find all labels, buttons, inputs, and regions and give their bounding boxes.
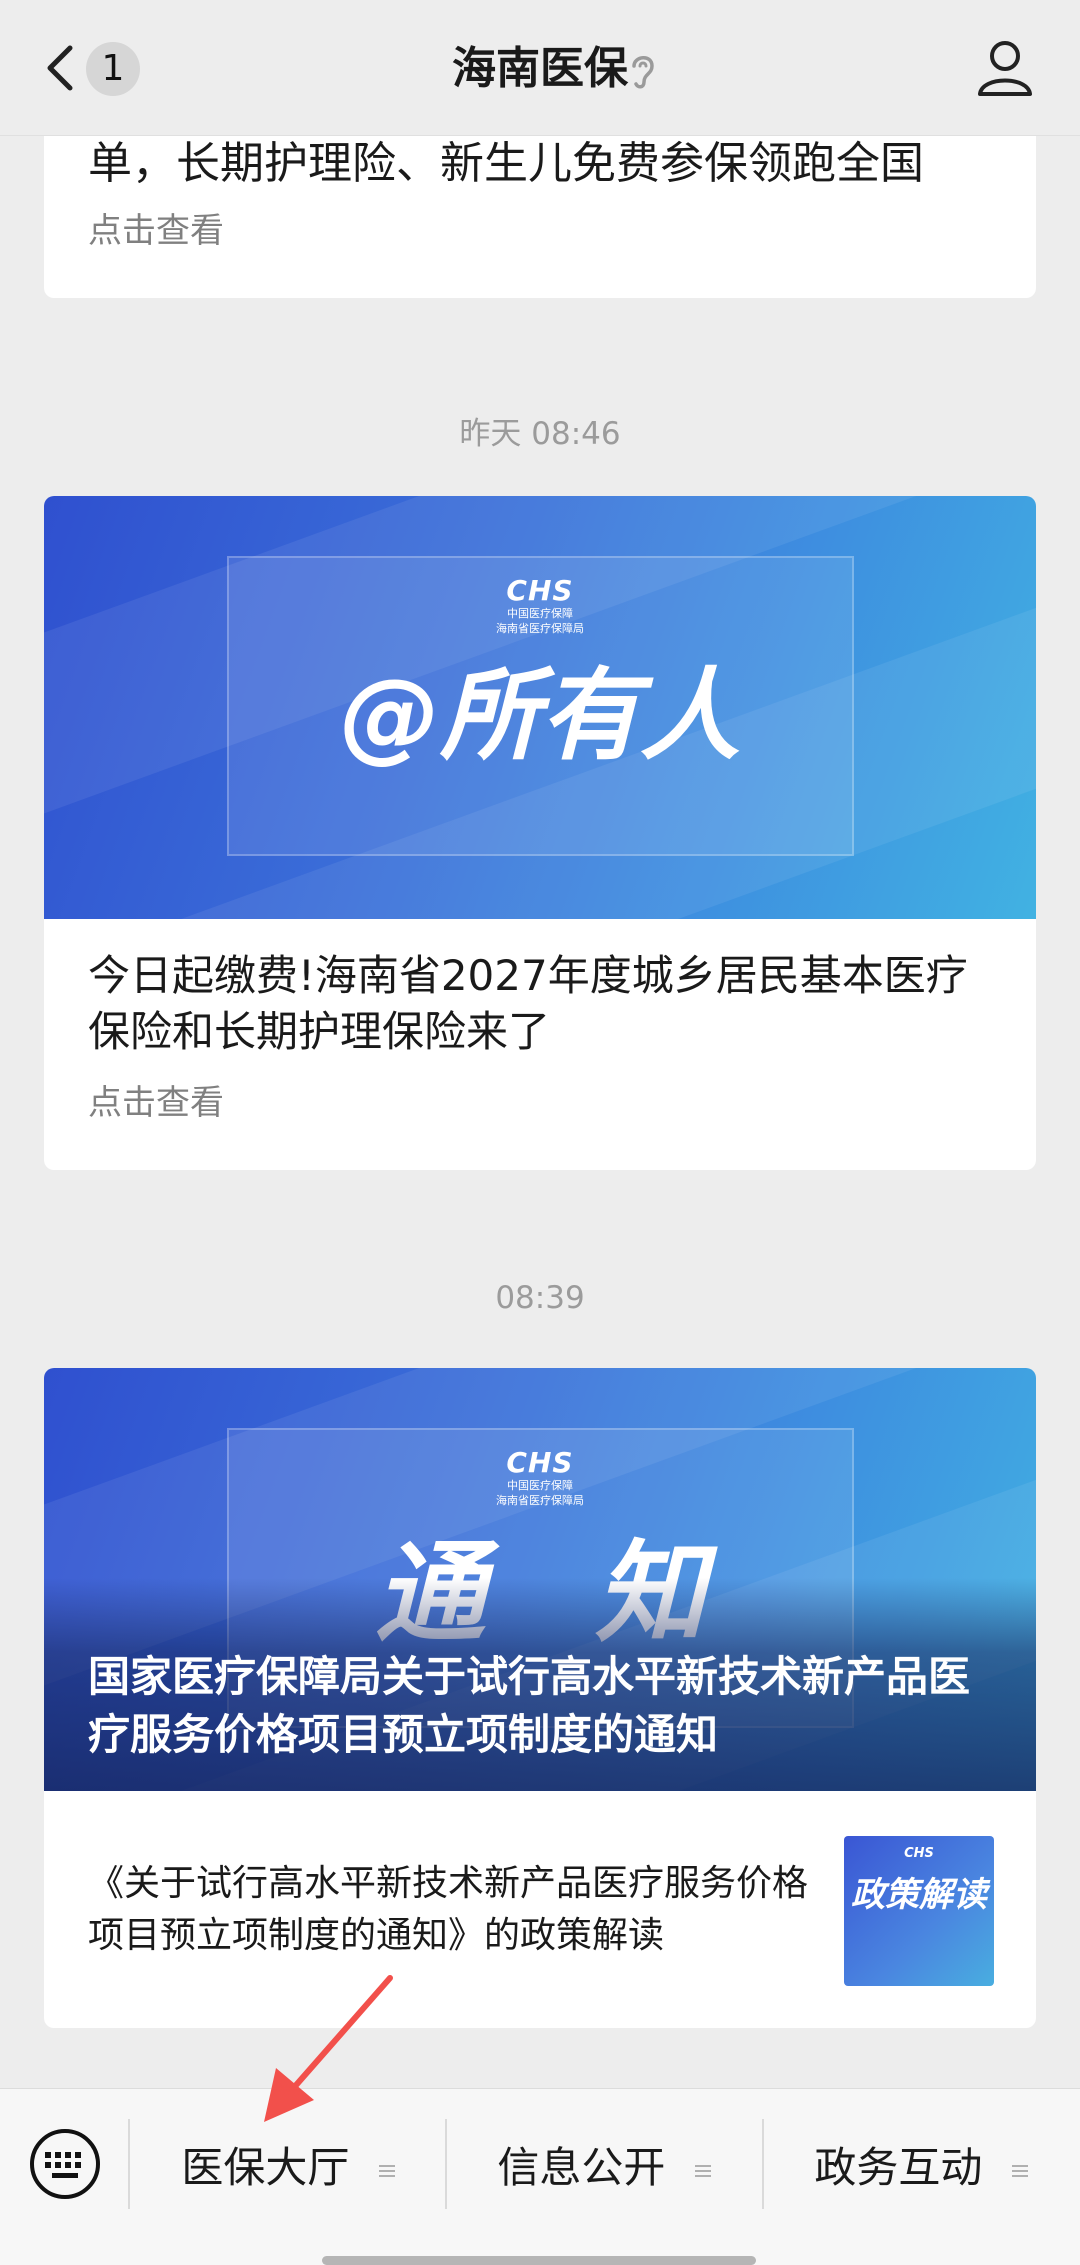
- profile-icon[interactable]: [976, 38, 1034, 98]
- article-headline: 国家医疗保障局关于试行高水平新技术新产品医疗服务价格项目预立项制度的通知: [88, 1652, 971, 1759]
- sub-article-thumbnail[interactable]: CHS 政策解读: [844, 1836, 994, 1986]
- ear-icon: [632, 56, 654, 89]
- sub-article-title[interactable]: 《关于试行高水平新技术新产品医疗服务价格项目预立项制度的通知》的政策解读: [88, 1858, 808, 1962]
- view-link[interactable]: 点击查看: [88, 208, 224, 254]
- timestamp: 昨天 08:46: [459, 416, 621, 452]
- chs-logo: CHS 中国医疗保障 海南省医疗保障局: [496, 1446, 584, 1508]
- menu-item-info[interactable]: 信息公开: [448, 2133, 760, 2203]
- annotation-arrow-icon: [264, 1975, 393, 2122]
- submenu-icon: [1011, 2164, 1028, 2177]
- bottom-menu-bar: 医保大厅 信息公开 政务互动: [0, 2088, 1080, 2265]
- article-headline: 今日起缴费!海南省2027年度城乡居民基本医疗保险和长期护理保险来了: [88, 951, 968, 1056]
- menu-item-label: 医保大厅: [181, 2143, 350, 2192]
- article-card[interactable]: CHS 中国医疗保障 海南省医疗保障局 @所有人 今日起缴费!海南省2027年度…: [44, 496, 1036, 1170]
- home-indicator: [322, 2256, 756, 2265]
- submenu-icon: [694, 2164, 711, 2177]
- article-headline: 单，长期护理险、新生儿免费参保领跑全国: [88, 138, 924, 189]
- page-title: 海南医保: [452, 43, 628, 94]
- top-bar: 1 海南医保: [0, 0, 1080, 136]
- submenu-icon: [378, 2164, 395, 2177]
- timestamp: 08:39: [495, 1280, 585, 1316]
- menu-item-interaction[interactable]: 政务互动: [765, 2133, 1077, 2203]
- keyboard-icon[interactable]: [28, 2127, 102, 2201]
- article-cover-image: CHS 中国医疗保障 海南省医疗保障局 @所有人: [44, 496, 1036, 919]
- view-link[interactable]: 点击查看: [88, 1080, 224, 1126]
- chs-logo: CHS 中国医疗保障 海南省医疗保障局: [496, 574, 584, 636]
- banner-text: @所有人: [340, 657, 740, 774]
- menu-item-hall[interactable]: 医保大厅: [132, 2133, 444, 2203]
- menu-item-label: 信息公开: [497, 2143, 666, 2192]
- menu-item-label: 政务互动: [814, 2143, 983, 2192]
- article-card[interactable]: CHS 中国医疗保障 海南省医疗保障局 通 知 国家医疗保障局关于试行高水平新技…: [44, 1368, 1036, 2028]
- article-cover-image: CHS 中国医疗保障 海南省医疗保障局 通 知 国家医疗保障局关于试行高水平新技…: [44, 1368, 1036, 1791]
